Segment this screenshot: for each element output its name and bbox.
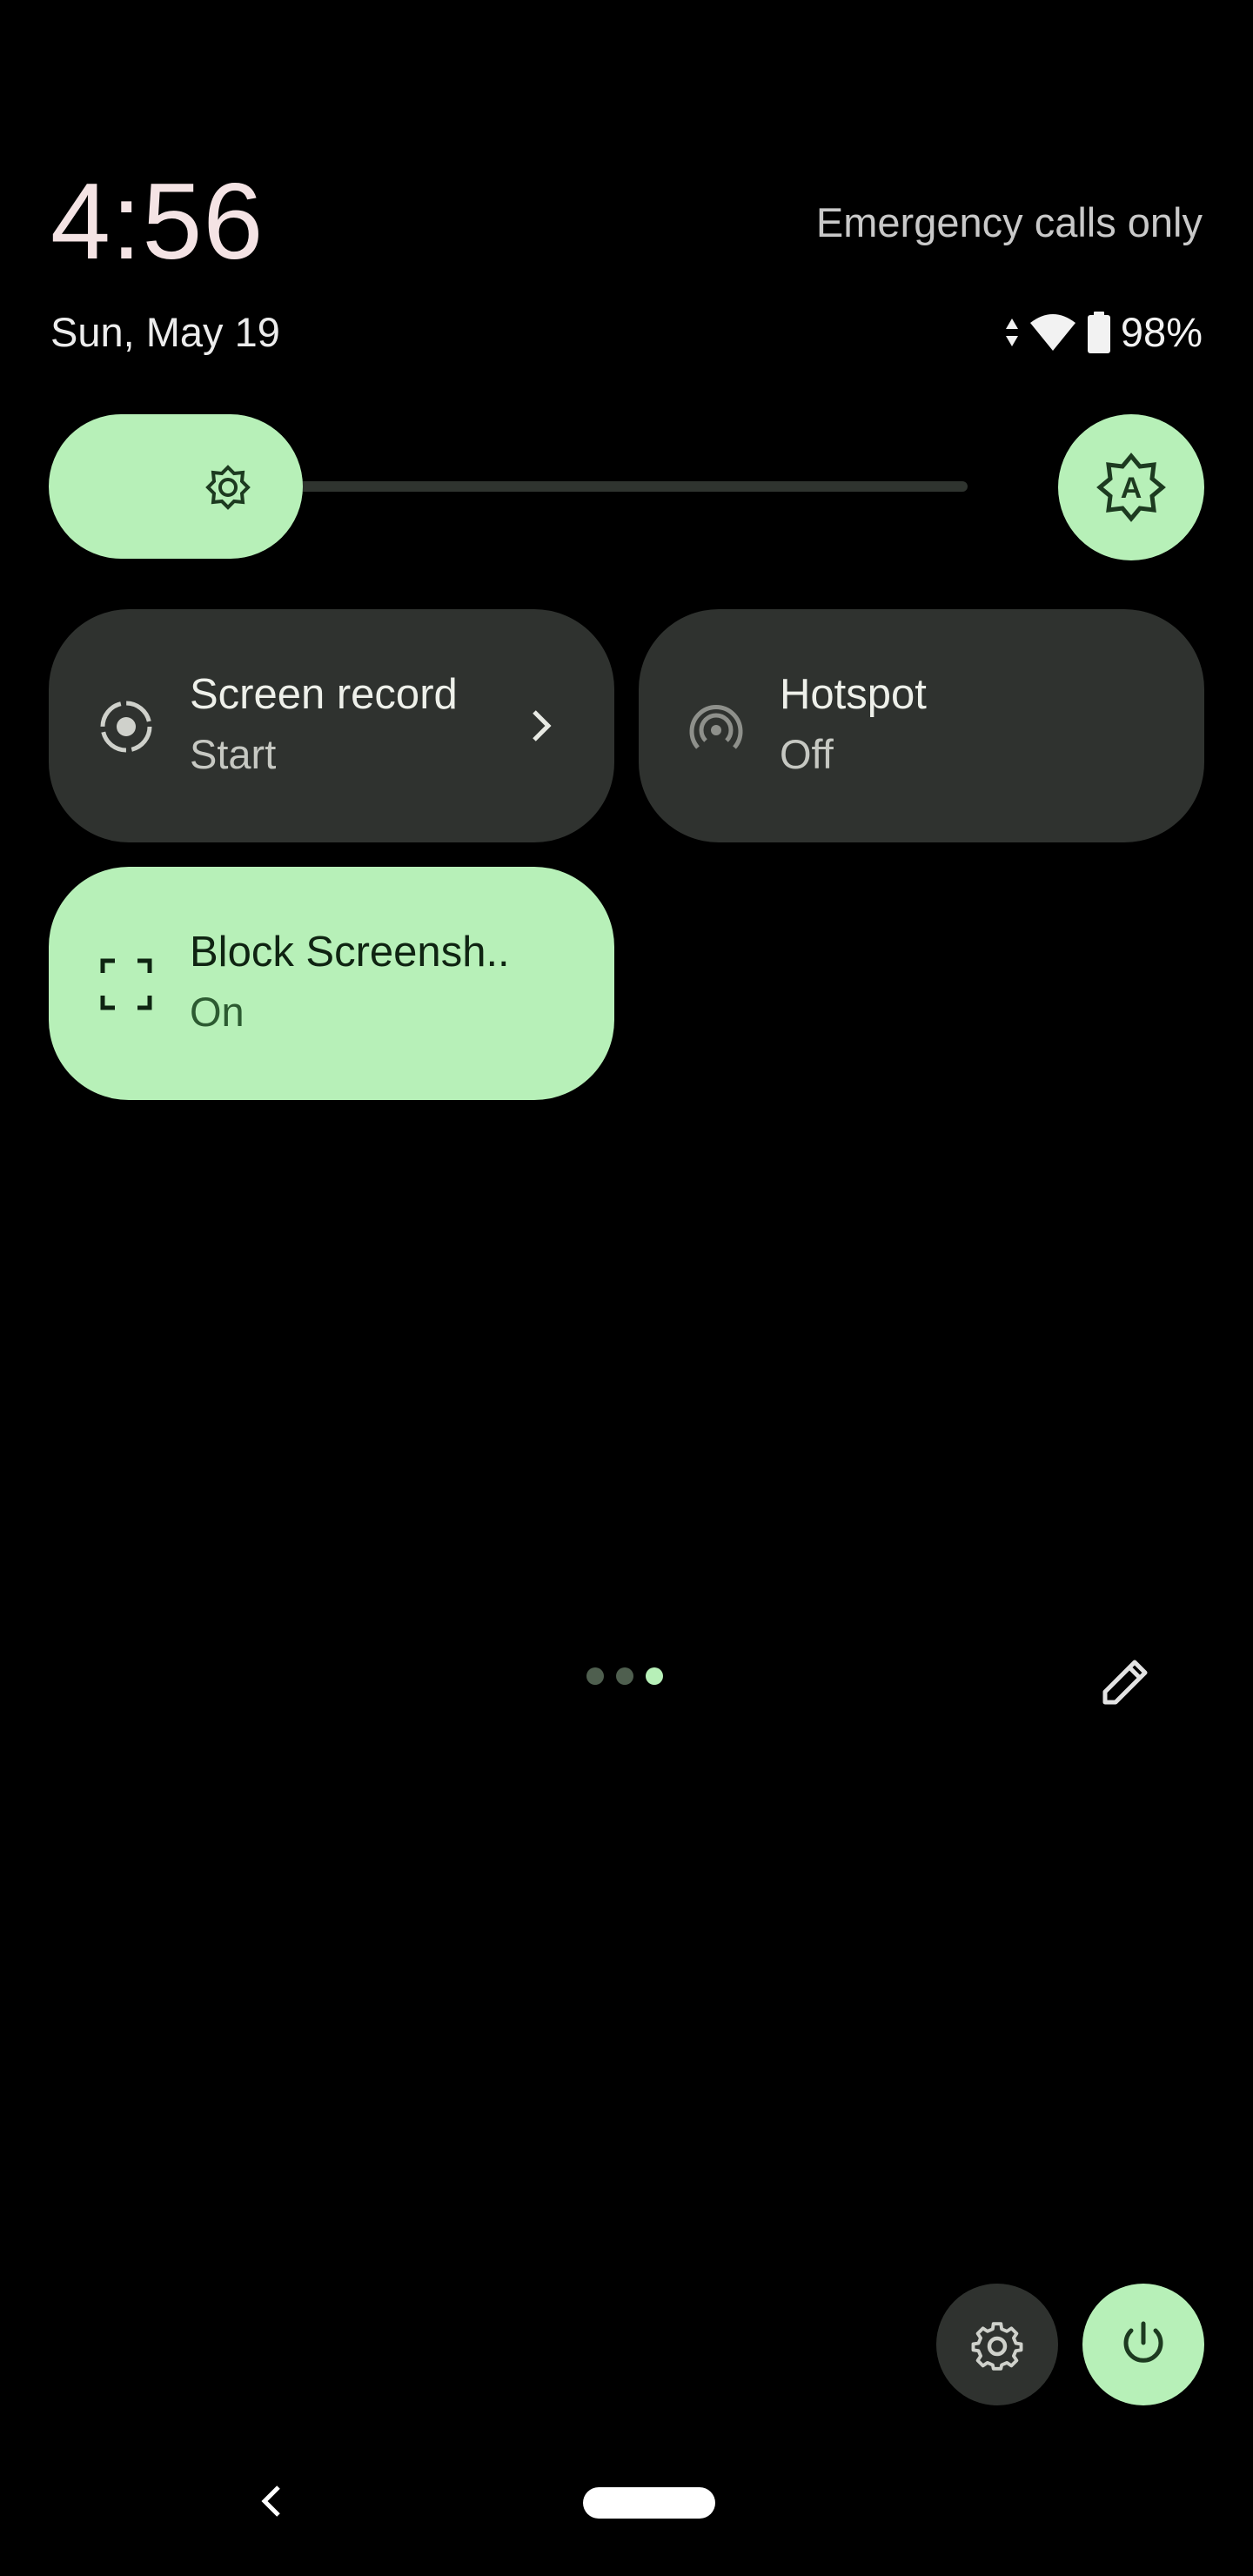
tile-block-screenshot[interactable]: Block Screensh.. On (49, 867, 614, 1100)
hotspot-icon (689, 704, 743, 749)
svg-text:A: A (1121, 472, 1142, 505)
back-chevron-icon[interactable] (251, 2480, 292, 2522)
auto-brightness-icon: A (1096, 453, 1166, 522)
wifi-icon (1029, 314, 1075, 351)
pencil-icon[interactable] (1093, 1652, 1156, 1714)
page-dot-active (646, 1667, 663, 1685)
battery-percent: 98% (1120, 309, 1203, 355)
tile-state: Off (780, 731, 834, 777)
tile-label: Screen record (190, 671, 458, 718)
block-screenshot-icon (100, 958, 152, 1010)
screen-record-icon (100, 701, 152, 753)
brightness-slider-track[interactable] (278, 481, 968, 492)
page-dot (586, 1667, 604, 1685)
date[interactable]: Sun, May 19 (50, 306, 280, 359)
tile-state: On (190, 989, 245, 1035)
tile-label: Block Screensh.. (190, 929, 510, 976)
page-dot (616, 1667, 633, 1685)
gear-icon (971, 2322, 1023, 2371)
chevron-right-icon[interactable] (519, 703, 564, 748)
page-indicator (586, 1667, 663, 1685)
auto-brightness-button[interactable]: A (1058, 414, 1204, 560)
home-pill[interactable] (583, 2487, 715, 2519)
power-icon (1123, 2321, 1163, 2363)
clock[interactable]: 4:56 (50, 161, 264, 283)
tile-hotspot[interactable]: Hotspot Off (639, 609, 1204, 842)
brightness-sun-icon (205, 465, 251, 510)
tile-screen-record[interactable]: Screen record Start (49, 609, 614, 842)
tile-label: Hotspot (780, 671, 927, 718)
tile-state: Start (190, 731, 277, 777)
settings-button[interactable] (936, 2284, 1058, 2405)
status-icons: 98% (1004, 306, 1203, 359)
brightness-slider-handle[interactable] (49, 414, 303, 559)
carrier-status: Emergency calls only (815, 199, 1203, 245)
power-button[interactable] (1082, 2284, 1204, 2405)
data-activity-icon (1005, 319, 1018, 346)
battery-icon (1087, 312, 1110, 353)
